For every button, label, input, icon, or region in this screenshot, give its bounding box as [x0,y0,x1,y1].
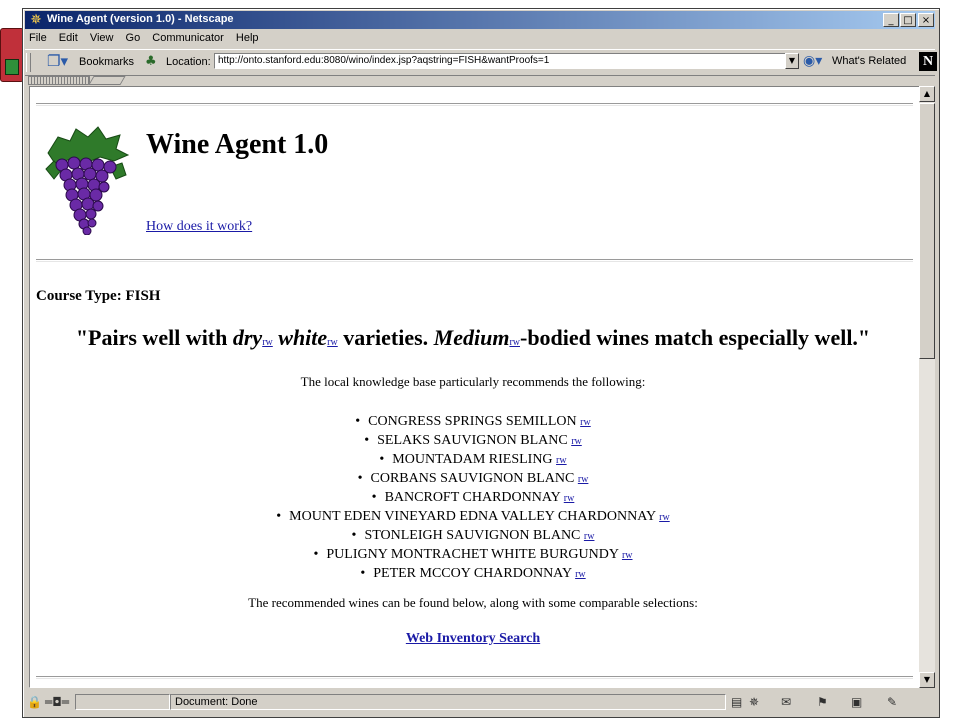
navigator-icon[interactable]: ✵ [749,694,759,710]
list-item: • CONGRESS SPRINGS SEMILLON rw [355,414,591,429]
menu-bar: File Edit View Go Communicator Help [25,30,935,48]
list-item: • PETER MCCOY CHARDONNAY rw [360,566,586,581]
wine-name: BANCROFT CHARDONNAY [384,490,561,505]
divider [36,259,913,261]
course-type: Course Type: FISH [36,288,161,304]
location-label: Location: [166,56,211,68]
grapes-logo [45,126,130,235]
wine-name: CONGRESS SPRINGS SEMILLON [368,414,577,429]
vertical-scrollbar[interactable]: ▲ ▼ [919,86,935,688]
progress-cell [75,694,170,710]
newsgroups-icon[interactable]: ⚑ [817,694,828,710]
wine-name: PULIGNY MONTRACHET WHITE BURGUNDY [326,547,619,562]
pairing-lead: "Pairs well with [75,325,233,350]
menu-communicator[interactable]: Communicator [148,30,229,44]
rw-link[interactable]: rw [659,512,670,523]
window-title: Wine Agent (version 1.0) - Netscape [47,13,234,25]
bookmarks-button[interactable]: Bookmarks [79,56,134,68]
netscape-app-icon[interactable]: ✵ [28,12,44,28]
wine-name: MOUNTADAM RIESLING [392,452,553,467]
status-bar: 🔒 ═◘═ Document: Done ▤ ✵ ✉ ⚑ ▣ ✎ [25,693,935,713]
menu-file[interactable]: File [25,30,52,44]
location-toolbar: ❐▾ Bookmarks ♣ Location: http://onto.sta… [25,49,937,76]
menu-go[interactable]: Go [122,30,146,44]
security-lock-icon[interactable]: 🔒 [27,694,42,710]
toolbar-grip[interactable] [26,53,31,72]
collapse-tab[interactable] [28,76,90,85]
page-title: Wine Agent 1.0 [146,129,329,160]
browser-window: ✵ Wine Agent (version 1.0) - Netscape _ … [22,8,940,718]
pairing-mid: varieties. [337,325,434,350]
rw-link[interactable]: rw [622,550,633,561]
scroll-down-button[interactable]: ▼ [919,672,935,688]
rw-link[interactable]: rw [509,337,520,348]
list-item: • MOUNTADAM RIESLING rw [379,452,567,467]
recommendation-outro: The recommended wines can be found below… [248,595,698,610]
status-text: Document: Done [175,696,258,708]
list-item: • CORBANS SAUVIGNON BLANC rw [357,471,589,486]
divider [36,676,913,678]
netscape-logo[interactable]: N [919,52,937,71]
connection-icon[interactable]: ═◘═ [45,694,69,710]
pairing-statement: "Pairs well with dryrw whiterw varieties… [30,325,916,351]
wine-list: • CONGRESS SPRINGS SEMILLON rw • SELAKS SA… [30,412,916,583]
mail-icon[interactable]: ✉ [781,694,791,710]
pairing-word-white: white [278,325,328,350]
component-bar-icon[interactable]: ▤ [731,694,742,710]
collapse-tab-2[interactable] [88,76,126,85]
rw-link[interactable]: rw [571,436,582,447]
wine-name: PETER MCCOY CHARDONNAY [373,566,572,581]
list-item: • MOUNT EDEN VINEYARD EDNA VALLEY CHARDON… [276,509,670,524]
whats-related-icon[interactable]: ◉▾ [803,53,822,69]
menu-edit[interactable]: Edit [55,30,83,44]
rw-link[interactable]: rw [262,337,273,348]
toolbar-tab-strip [25,75,935,85]
whats-related-button[interactable]: What's Related [832,55,906,67]
minimize-button[interactable]: _ [883,13,899,27]
list-item: • BANCROFT CHARDONNAY rw [371,490,575,505]
composer-icon[interactable]: ✎ [887,694,897,710]
wine-name: MOUNT EDEN VINEYARD EDNA VALLEY CHARDONN… [289,509,656,524]
list-item: • STONLEIGH SAUVIGNON BLANC rw [351,528,595,543]
maximize-button[interactable]: □ [900,13,916,27]
pairing-word-medium: Medium [433,325,510,350]
how-does-it-work-link[interactable]: How does it work? [146,219,252,235]
location-icon[interactable]: ♣ [145,54,157,69]
rw-link[interactable]: rw [578,474,589,485]
bookmarks-icon[interactable]: ❐▾ [47,53,69,69]
rw-link[interactable]: rw [564,493,575,504]
rw-link[interactable]: rw [584,531,595,542]
rw-link[interactable]: rw [580,417,591,428]
menu-help[interactable]: Help [232,30,264,44]
wine-name: STONLEIGH SAUVIGNON BLANC [364,528,581,543]
url-dropdown-button[interactable]: ▼ [785,53,799,69]
scroll-thumb[interactable] [919,103,935,359]
page-content: Wine Agent 1.0 How does it work? Course … [29,86,935,688]
web-inventory-search-wrapper: Web Inventory Search [30,631,916,647]
desktop-app-icon[interactable] [0,28,24,82]
scroll-up-button[interactable]: ▲ [919,86,935,102]
pairing-word-dry: dry [232,325,263,350]
rw-link[interactable]: rw [327,337,338,348]
divider [36,103,913,105]
menu-view[interactable]: View [86,30,119,44]
recommendation-intro: The local knowledge base particularly re… [300,374,646,389]
url-input[interactable]: http://onto.stanford.edu:8080/wino/index… [214,53,786,69]
pairing-tail: -bodied wines match especially well." [520,325,871,350]
web-inventory-search-link[interactable]: Web Inventory Search [406,631,540,646]
address-book-icon[interactable]: ▣ [851,694,862,710]
rw-link[interactable]: rw [556,455,567,466]
rw-link[interactable]: rw [575,569,586,580]
close-button[interactable]: × [918,13,934,27]
title-bar[interactable]: ✵ Wine Agent (version 1.0) - Netscape _ … [25,11,935,29]
wine-name: CORBANS SAUVIGNON BLANC [370,471,575,486]
list-item: • SELAKS SAUVIGNON BLANC rw [364,433,582,448]
list-item: • PULIGNY MONTRACHET WHITE BURGUNDY rw [313,547,633,562]
wine-name: SELAKS SAUVIGNON BLANC [377,433,568,448]
